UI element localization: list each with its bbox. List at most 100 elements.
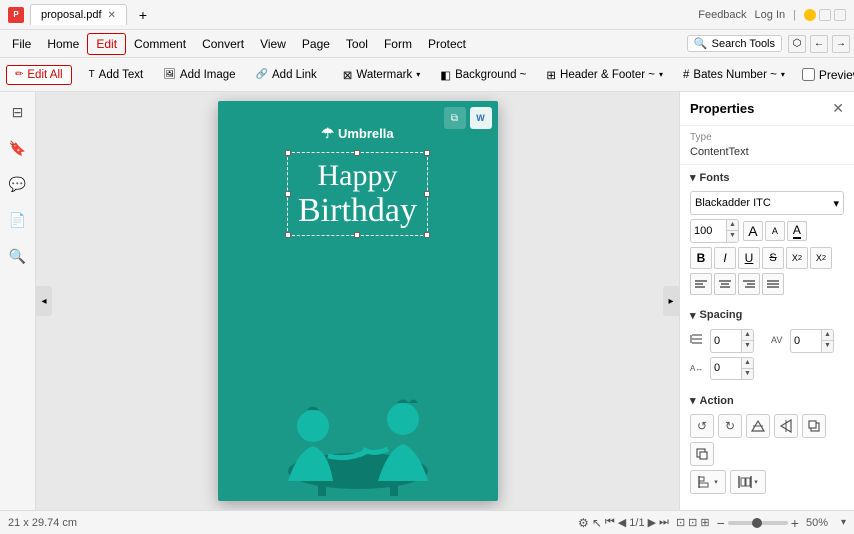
line-spacing-input[interactable]: ▲ ▼ <box>710 329 754 353</box>
forward-icon[interactable]: → <box>832 35 850 53</box>
add-tab-button[interactable]: + <box>133 5 153 25</box>
menu-file[interactable]: File <box>4 34 39 54</box>
menu-tool[interactable]: Tool <box>338 34 376 54</box>
header-footer-button[interactable]: ⊞ Header & Footer ~ ▾ <box>537 64 672 86</box>
zoom-out-button[interactable]: − <box>717 515 725 531</box>
nav-prev-button[interactable]: ◀ <box>618 516 626 529</box>
italic-button[interactable]: I <box>714 247 736 269</box>
font-size-down[interactable]: ▼ <box>727 231 738 241</box>
menu-form[interactable]: Form <box>376 34 420 54</box>
sidebar-search-icon[interactable]: 🔍 <box>6 244 30 268</box>
word-spacing-value[interactable] <box>711 360 741 376</box>
panel-close-button[interactable]: ✕ <box>832 100 844 117</box>
win-restore-button[interactable] <box>819 9 831 21</box>
underline-button[interactable]: U <box>738 247 760 269</box>
strikethrough-button[interactable]: S <box>762 247 784 269</box>
handle-mr[interactable] <box>424 191 430 197</box>
nav-first-button[interactable]: ⏮ <box>605 516 615 529</box>
font-color-button[interactable]: A <box>787 221 807 241</box>
char-spacing-input[interactable]: ▲ ▼ <box>790 329 834 353</box>
font-size-input[interactable]: ▲ ▼ <box>690 219 739 243</box>
align-right-button[interactable] <box>738 273 760 295</box>
action-section-header[interactable]: ▾ Action <box>680 388 854 410</box>
align-justify-button[interactable] <box>762 273 784 295</box>
login-link[interactable]: Log In <box>755 9 786 21</box>
font-decrease-button[interactable]: A <box>765 221 785 241</box>
subscript-button[interactable]: X2 <box>810 247 832 269</box>
line-spacing-value[interactable] <box>711 333 741 349</box>
spacing-section-header[interactable]: ▾ Spacing <box>680 303 854 325</box>
happy-birthday-container[interactable]: Happy Birthday <box>287 152 428 236</box>
handle-tr[interactable] <box>424 150 430 156</box>
page-copy-icon[interactable]: ⧉ <box>444 107 466 129</box>
nav-cursor-icon[interactable]: ↖ <box>592 516 602 530</box>
word-spacing-input[interactable]: ▲ ▼ <box>710 357 754 381</box>
bates-number-button[interactable]: # Bates Number ~ ▾ <box>674 65 794 85</box>
rotate-ccw-button[interactable]: ↺ <box>690 414 714 438</box>
zoom-slider[interactable] <box>728 521 788 525</box>
handle-tc[interactable] <box>354 150 360 156</box>
fonts-section-header[interactable]: ▾ Fonts <box>680 165 854 187</box>
tab-proposal[interactable]: proposal.pdf ✕ <box>30 4 127 25</box>
back-icon[interactable]: ← <box>810 35 828 53</box>
watermark-button[interactable]: ⊠ Watermark ▾ <box>334 64 429 86</box>
nav-last-button[interactable]: ⏭ <box>659 516 669 529</box>
align-left-button[interactable] <box>690 273 712 295</box>
font-family-dropdown[interactable]: Blackadder ITC ▾ <box>690 191 844 215</box>
char-spacing-down[interactable]: ▼ <box>822 341 833 351</box>
bold-button[interactable]: B <box>690 247 712 269</box>
font-size-up[interactable]: ▲ <box>727 220 738 231</box>
send-back-button[interactable] <box>690 442 714 466</box>
line-spacing-up[interactable]: ▲ <box>742 330 753 341</box>
handle-bc[interactable] <box>354 232 360 238</box>
flip-v-button[interactable] <box>746 414 770 438</box>
sidebar-thumbnail-icon[interactable]: ⊟ <box>6 100 30 124</box>
menu-page[interactable]: Page <box>294 34 338 54</box>
handle-bl[interactable] <box>285 232 291 238</box>
nav-tools-icon[interactable]: ⚙ <box>578 516 589 530</box>
rotate-cw-button[interactable]: ↻ <box>718 414 742 438</box>
menu-comment[interactable]: Comment <box>126 34 194 54</box>
char-spacing-up[interactable]: ▲ <box>822 330 833 341</box>
handle-ml[interactable] <box>285 191 291 197</box>
tab-close-icon[interactable]: ✕ <box>108 10 116 21</box>
sidebar-pages-icon[interactable]: 📄 <box>6 208 30 232</box>
distribute-button[interactable]: ▾ <box>730 470 766 494</box>
menu-home[interactable]: Home <box>39 34 87 54</box>
win-close-button[interactable] <box>834 9 846 21</box>
zoom-thumb[interactable] <box>752 518 762 528</box>
external-link-icon[interactable]: ⬡ <box>788 35 806 53</box>
canvas-expand-left[interactable]: ◂ <box>36 286 52 316</box>
menu-edit[interactable]: Edit <box>87 33 126 55</box>
menu-view[interactable]: View <box>252 34 294 54</box>
zoom-dropdown[interactable]: ▾ <box>841 517 846 528</box>
bring-front-button[interactable] <box>802 414 826 438</box>
handle-tl[interactable] <box>285 150 291 156</box>
handle-br[interactable] <box>424 232 430 238</box>
edit-all-button[interactable]: ✏ Edit All <box>6 65 72 85</box>
page-word-icon[interactable]: W <box>470 107 492 129</box>
menu-convert[interactable]: Convert <box>194 34 252 54</box>
add-image-button[interactable]: 🖼 Add Image <box>154 65 244 85</box>
line-spacing-down[interactable]: ▼ <box>742 341 753 351</box>
nav-next-button[interactable]: ▶ <box>648 516 656 529</box>
font-size-value[interactable] <box>691 223 726 239</box>
feedback-link[interactable]: Feedback <box>698 9 746 21</box>
fit-page-icon[interactable]: ⊡ <box>676 516 685 529</box>
fit-width-icon[interactable]: ⊡ <box>688 516 697 529</box>
align-objects-button[interactable]: ▾ <box>690 470 726 494</box>
word-spacing-down[interactable]: ▼ <box>742 369 753 379</box>
menu-protect[interactable]: Protect <box>420 34 474 54</box>
sidebar-comment-icon[interactable]: 💬 <box>6 172 30 196</box>
char-spacing-value[interactable] <box>791 333 821 349</box>
sidebar-bookmark-icon[interactable]: 🔖 <box>6 136 30 160</box>
preview-checkbox[interactable] <box>802 68 815 81</box>
superscript-button[interactable]: X2 <box>786 247 808 269</box>
win-minimize-button[interactable] <box>804 9 816 21</box>
flip-h-button[interactable] <box>774 414 798 438</box>
fit-select-icon[interactable]: ⊞ <box>700 516 709 529</box>
canvas-expand-right[interactable]: ▸ <box>663 286 679 316</box>
search-tools[interactable]: 🔍 Search Tools <box>687 35 782 52</box>
font-increase-button[interactable]: A <box>743 221 763 241</box>
add-link-button[interactable]: 🔗 Add Link <box>247 65 326 85</box>
